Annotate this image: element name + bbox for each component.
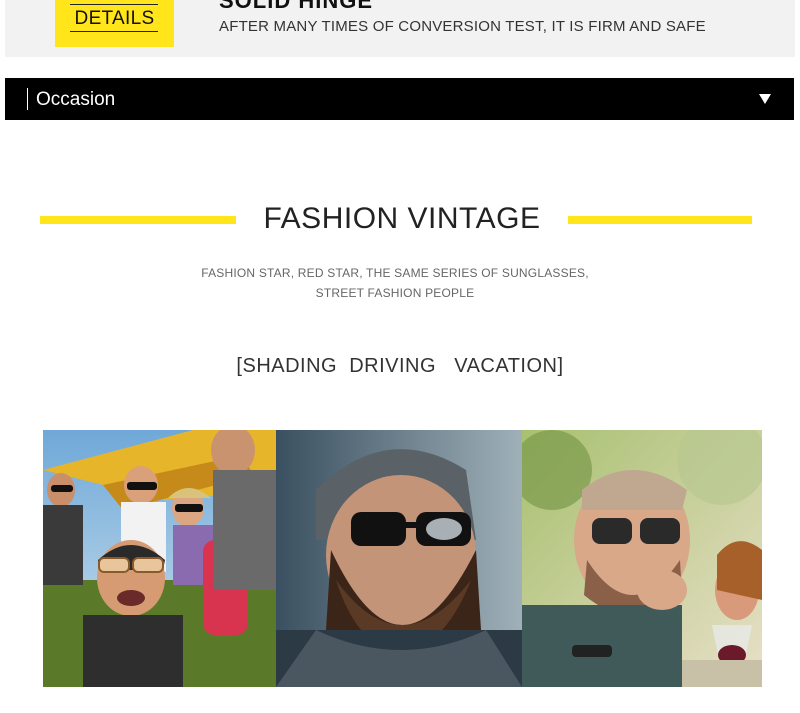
occasion-divider [27, 88, 28, 110]
detail-description: AFTER MANY TIMES OF CONVERSION TEST, IT … [219, 18, 706, 35]
section-title: FASHION VINTAGE [263, 202, 541, 235]
triangle-down-icon[interactable] [759, 94, 771, 104]
title-rule-right [568, 216, 752, 224]
group-photo [43, 430, 276, 687]
detail-strip: DETAILS SOLID HINGE AFTER MANY TIMES OF … [5, 0, 795, 57]
subtitle-line-2: STREET FASHION PEOPLE [315, 286, 475, 300]
badge-rule-bottom [70, 31, 158, 32]
bearded-man-photo [276, 430, 522, 687]
detail-heading: SOLID HINGE [219, 0, 374, 13]
occasion-tagline: [SHADING DRIVING VACATION] [236, 355, 564, 377]
occasion-bar[interactable]: Occasion [5, 78, 794, 120]
details-label: DETAILS [74, 8, 155, 29]
dining-man-photo [522, 430, 762, 687]
subtitle-line-1: FASHION STAR, RED STAR, THE SAME SERIES … [201, 266, 589, 280]
occasion-label: Occasion [36, 89, 116, 110]
details-badge: DETAILS [55, 0, 174, 47]
title-rule-left [40, 216, 236, 224]
photo-collage [43, 430, 762, 687]
badge-rule-top [70, 4, 158, 5]
